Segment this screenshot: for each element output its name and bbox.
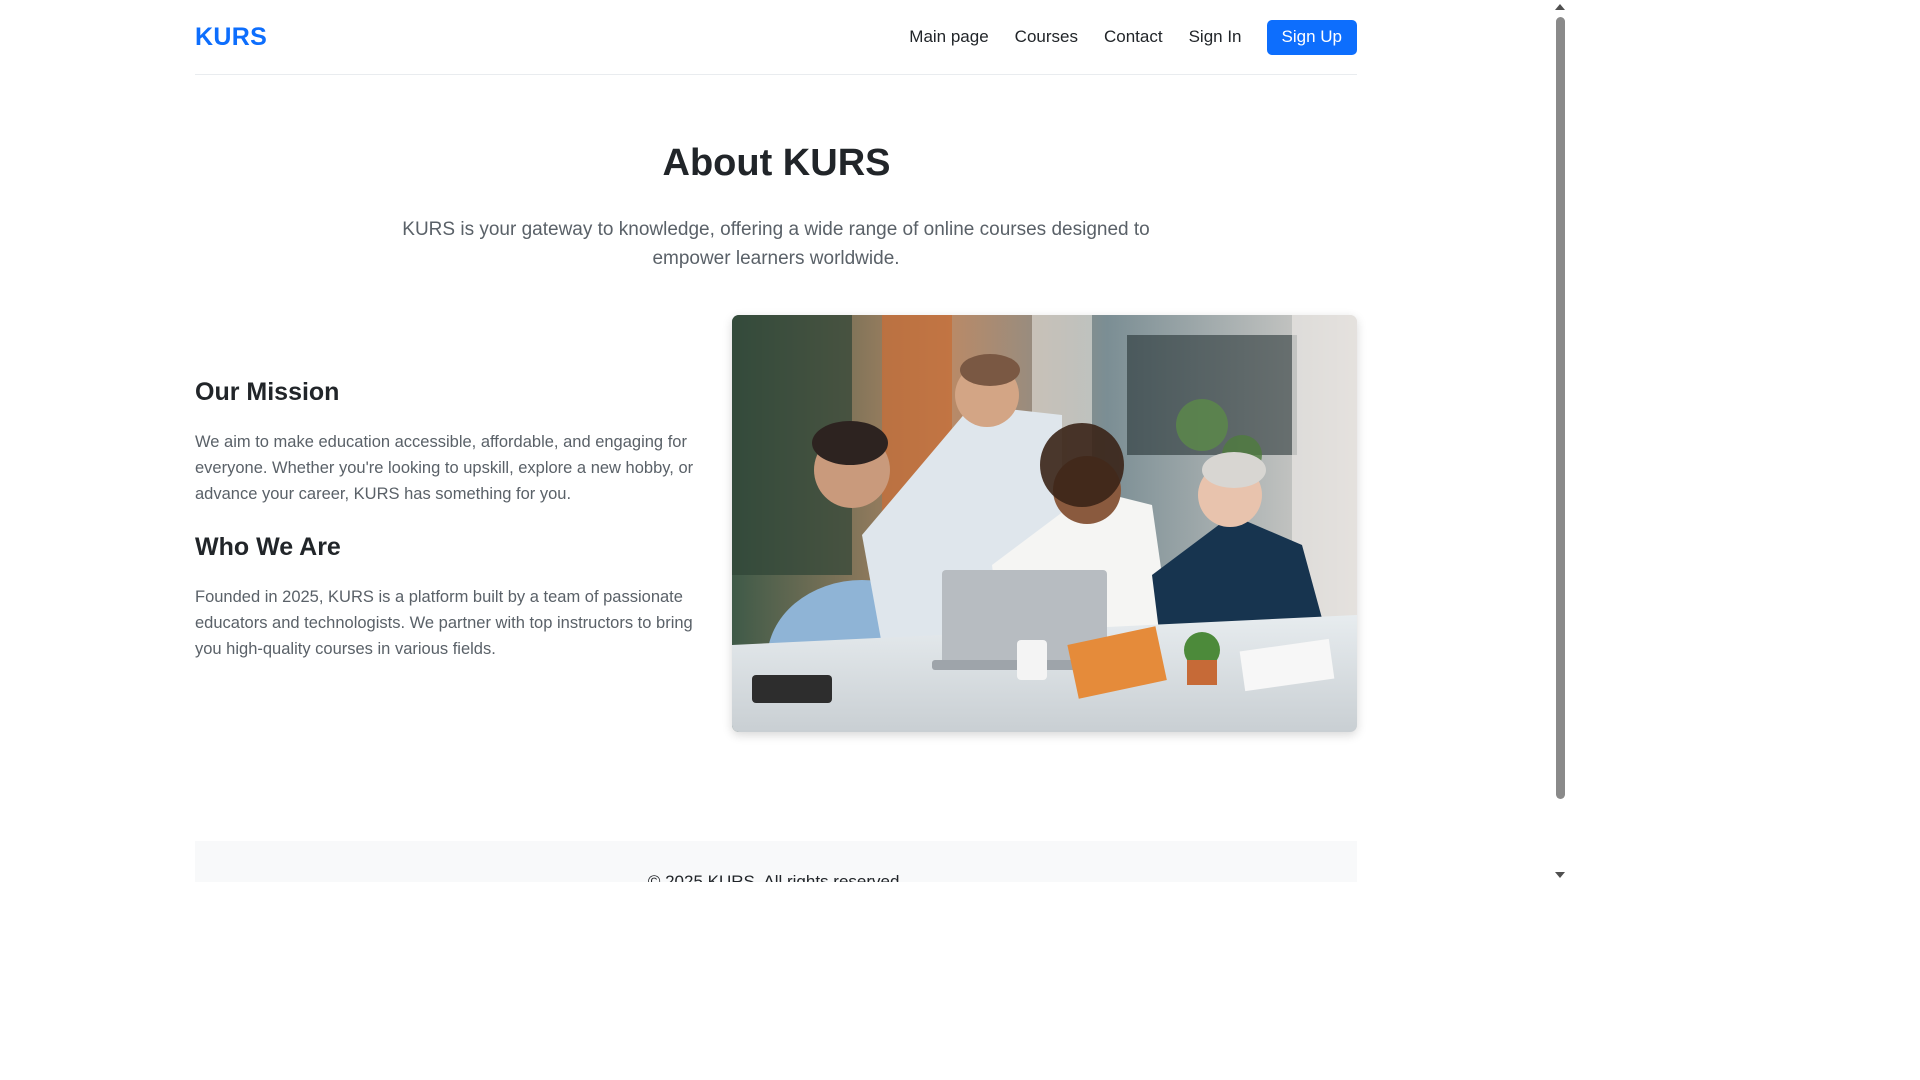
mission-text: We aim to make education accessible, aff… bbox=[195, 433, 694, 503]
vertical-scrollbar[interactable] bbox=[1553, 0, 1568, 882]
footer: © 2025 KURS. All rights reserved. bbox=[195, 841, 1357, 882]
nav-link-main-page[interactable]: Main page bbox=[909, 27, 988, 47]
scroll-up-arrow-icon[interactable] bbox=[1555, 4, 1565, 10]
main-nav: Main page Courses Contact Sign In Sign U… bbox=[909, 19, 1357, 55]
nav-link-sign-in[interactable]: Sign In bbox=[1189, 27, 1242, 47]
scroll-down-arrow-icon[interactable] bbox=[1555, 872, 1565, 878]
nav-link-courses[interactable]: Courses bbox=[1015, 27, 1078, 47]
footer-copyright: © 2025 KURS. All rights reserved. bbox=[647, 872, 905, 882]
about-text-column: Our Mission We aim to make education acc… bbox=[195, 378, 705, 662]
nav-link-contact[interactable]: Contact bbox=[1104, 27, 1163, 47]
page: KURS Main page Courses Contact Sign In S… bbox=[0, 0, 1553, 882]
team-photo-illustration bbox=[732, 315, 1357, 732]
navbar: KURS Main page Courses Contact Sign In S… bbox=[195, 0, 1357, 75]
brand-logo[interactable]: KURS bbox=[195, 23, 267, 52]
browser-viewport: KURS Main page Courses Contact Sign In S… bbox=[0, 0, 1568, 882]
team-photo bbox=[732, 315, 1357, 732]
who-we-are-title: Who We Are bbox=[195, 533, 341, 561]
page-title: About KURS bbox=[662, 142, 891, 184]
who-we-are-text: Founded in 2025, KURS is a platform buil… bbox=[195, 588, 693, 658]
hero-lead: KURS is your gateway to knowledge, offer… bbox=[402, 219, 1150, 269]
sign-up-button[interactable]: Sign Up bbox=[1266, 19, 1357, 55]
scroll-thumb[interactable] bbox=[1556, 17, 1565, 799]
mission-title: Our Mission bbox=[195, 378, 340, 406]
